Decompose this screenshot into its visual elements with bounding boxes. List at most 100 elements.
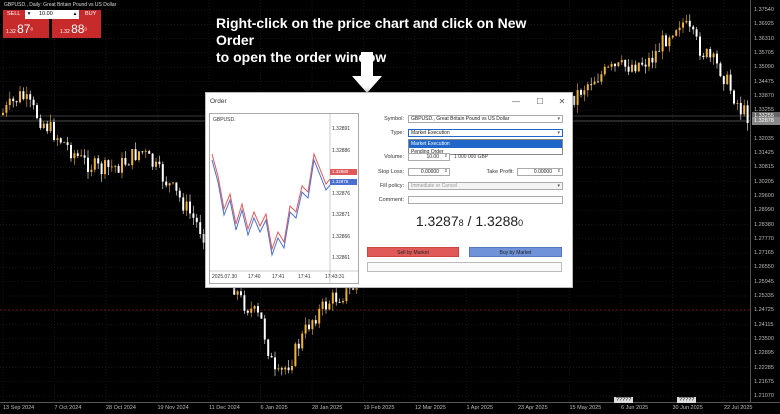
price-tick-label: 1.27165 — [754, 250, 774, 257]
bear-candle — [702, 55, 705, 58]
bear-candle — [240, 291, 242, 296]
bear-candle — [641, 62, 644, 65]
take-profit-value: 0.00000 — [533, 169, 552, 175]
date-tick-label: 19 Nov 2024 — [157, 405, 189, 411]
bull-candle — [648, 57, 650, 67]
bear-candle — [124, 158, 127, 165]
lot-size-input[interactable]: ▾ 10.00 ▴ — [25, 10, 79, 19]
volume-info: 1 000 000 GBP — [454, 154, 489, 160]
bull-candle — [617, 62, 620, 67]
bear-candle — [352, 287, 355, 290]
bull-candle — [73, 153, 76, 159]
maximize-icon[interactable]: ☐ — [534, 96, 546, 108]
price-tick-label: 1.30815 — [754, 164, 774, 171]
lot-decrease-icon[interactable]: ▾ — [25, 10, 33, 19]
bear-candle — [314, 320, 317, 324]
one-click-buy-button[interactable]: 1.32 880 — [52, 19, 101, 38]
bull-candle — [637, 62, 640, 72]
price-tick-label: 1.21675 — [754, 378, 774, 385]
bull-candle — [185, 201, 188, 211]
tick-time-label: 17:41 — [272, 274, 285, 280]
bear-candle — [644, 64, 647, 67]
bear-candle — [59, 138, 62, 143]
price-tick-label: 1.22285 — [754, 364, 774, 371]
bull-candle — [93, 158, 96, 170]
type-value: Market Execution — [411, 130, 450, 136]
price-tick-label: 1.25335 — [754, 293, 774, 299]
bear-candle — [83, 155, 86, 158]
tick-chart-symbol: GBPUSD. — [213, 117, 236, 123]
fill-policy-select[interactable]: Immediate or Cancel ▾ — [408, 182, 563, 190]
date-tick-label: 13 Sep 2024 — [3, 405, 35, 411]
bear-candle — [107, 160, 110, 168]
bear-candle — [722, 76, 725, 85]
close-icon[interactable]: ✕ — [556, 96, 568, 108]
bear-candle — [287, 367, 290, 371]
symbol-select[interactable]: GBPUSD., Great Britain Pound vs US Dolla… — [408, 115, 563, 123]
date-tick-label: 11 Dec 2024 — [209, 405, 240, 411]
bull-candle — [277, 368, 280, 370]
lot-increase-icon[interactable]: ▴ — [71, 10, 79, 19]
date-axis[interactable]: 13 Sep 2024 7 Oct 2024 28 Oct 2024 19 Nov 2… — [0, 397, 780, 414]
bull-candle — [342, 300, 344, 303]
bid-ask-display: 1.32878 / 1.32880 — [368, 213, 571, 229]
date-tick-label: 1 Apr 2025 — [466, 405, 494, 411]
tick-time-label: 17:40 — [248, 274, 261, 280]
buy-header[interactable]: BUY — [79, 10, 101, 19]
buy-by-market-button[interactable]: Buy by Market — [469, 247, 562, 257]
bear-candle — [15, 101, 18, 103]
price-tick-label: 1.35090 — [754, 64, 774, 71]
bull-candle — [583, 90, 586, 95]
stop-loss-input[interactable]: 0.00000 ⇕ — [408, 168, 450, 176]
fill-policy-value: Immediate or Cancel — [411, 183, 458, 189]
price-tick-label: 1.23500 — [754, 335, 774, 342]
dialog-titlebar[interactable]: Order — ☐ ✕ — [206, 93, 572, 111]
price-tick-label: 1.28990 — [754, 207, 774, 214]
stepper-icon[interactable]: ⇕ — [444, 169, 448, 175]
stepper-icon[interactable]: ⇕ — [444, 154, 448, 160]
type-option-market-execution[interactable]: Market Execution — [409, 140, 562, 148]
price-tick-label: 1.36925 — [754, 21, 774, 28]
price-tick-label: 1.32035 — [754, 135, 774, 142]
price-scale[interactable]: 1.37540 1.36925 1.36310 1.35705 1.35090 1.344… — [750, 0, 780, 402]
bear-candle — [151, 153, 154, 167]
comment-input[interactable] — [408, 196, 563, 204]
bear-candle — [308, 324, 310, 330]
stepper-icon[interactable]: ⇕ — [557, 169, 561, 175]
bear-candle — [158, 161, 161, 165]
bull-candle — [121, 158, 123, 173]
date-marker-tag: ????? — [677, 397, 697, 403]
sell-header[interactable]: SELL — [3, 10, 25, 19]
take-profit-input[interactable]: 0.00000 ⇕ — [517, 168, 563, 176]
chart-symbol-info: GBPUSD., Daily: Great Britain Pound vs U… — [4, 2, 117, 8]
minimize-icon[interactable]: — — [510, 96, 522, 108]
type-select[interactable]: Market Execution ▾ — [408, 129, 563, 137]
date-tick-label: 19 Feb 2025 — [363, 405, 395, 411]
bull-candle — [19, 91, 21, 103]
bear-candle — [32, 99, 35, 106]
date-marker-tag: ????? — [614, 397, 634, 403]
bull-candle — [5, 104, 8, 113]
bull-candle — [593, 81, 596, 85]
volume-input[interactable]: 10.00 ⇕ — [408, 153, 450, 161]
price-tick-label: 1.35705 — [754, 49, 774, 56]
sell-price-sup: 8 — [30, 26, 33, 32]
bull-candle — [661, 35, 664, 52]
bear-candle — [335, 292, 338, 302]
sell-by-market-button[interactable]: Sell by Market — [367, 247, 459, 257]
date-tick-label: 15 May 2025 — [569, 405, 602, 411]
bear-candle — [573, 95, 576, 105]
bull-candle — [603, 66, 606, 75]
bear-candle — [634, 64, 637, 72]
bull-candle — [736, 102, 739, 104]
bear-candle — [134, 149, 137, 161]
one-click-sell-button[interactable]: SELL 1.32 878 — [3, 10, 49, 38]
bull-candle — [301, 333, 304, 349]
bull-candle — [253, 306, 256, 309]
tick-price-label: 1.32886 — [332, 147, 351, 154]
type-label: Type: — [390, 130, 404, 136]
bear-candle — [590, 84, 593, 86]
bear-candle — [70, 145, 72, 159]
bear-candle — [175, 182, 178, 191]
price-tick-label: 1.21070 — [754, 393, 774, 400]
